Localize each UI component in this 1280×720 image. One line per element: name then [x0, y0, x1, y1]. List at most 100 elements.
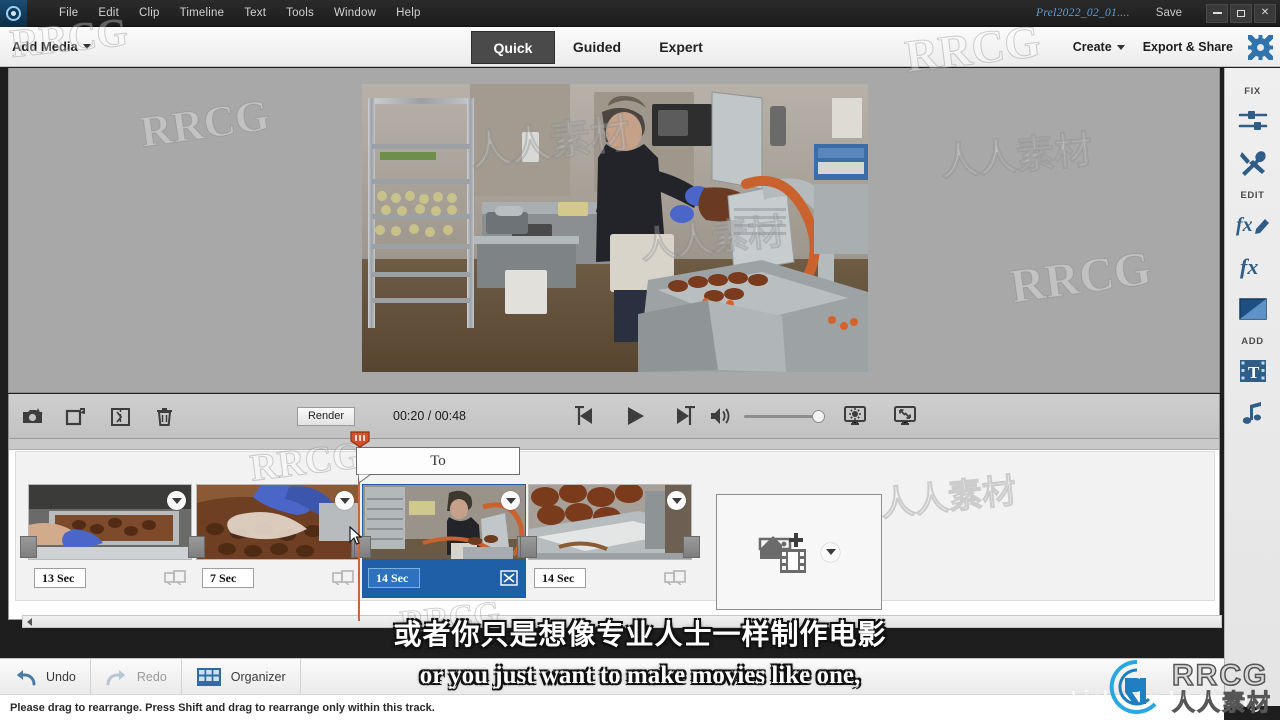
tab-guided[interactable]: Guided [555, 31, 639, 64]
transition-icon[interactable] [332, 570, 354, 585]
clip-duration-label: 13 Sec [34, 568, 86, 588]
timeline-track[interactable]: 13 Sec 7 Sec 14 Sec 14 Sec [15, 451, 1222, 628]
volume-slider-handle[interactable] [812, 409, 825, 423]
clip-menu-chevron-icon[interactable] [501, 491, 520, 510]
menu-item-tools[interactable]: Tools [276, 4, 324, 22]
organizer-grid-icon [196, 667, 221, 686]
monitor-settings-icon[interactable] [843, 405, 867, 427]
chevron-down-icon [1116, 44, 1125, 50]
menu-item-edit[interactable]: Edit [88, 4, 129, 22]
gear-icon[interactable] [1248, 34, 1273, 60]
timeline-clip-2[interactable]: 7 Sec [188, 484, 368, 598]
fx-icon: fx [1240, 254, 1258, 279]
menu-item-file[interactable]: File [49, 4, 88, 22]
export-share-button[interactable]: Export & Share [1143, 40, 1233, 54]
music-note-icon [1242, 402, 1261, 424]
menu-item-help[interactable]: Help [386, 4, 430, 22]
app-logo-icon [0, 0, 27, 27]
minimize-button[interactable] [1206, 3, 1228, 23]
tools-wrench-icon [1239, 151, 1266, 176]
create-label: Create [1072, 40, 1112, 54]
title-bar: File Edit Clip Timeline Text Tools Windo… [0, 0, 1280, 27]
trash-icon[interactable] [153, 405, 176, 428]
redo-button[interactable]: Redo [91, 658, 182, 695]
rrcg-logo-icon [1108, 658, 1166, 716]
clip-trim-handle-left[interactable] [20, 536, 37, 558]
step-forward-icon[interactable] [674, 406, 696, 426]
step-back-icon[interactable] [574, 406, 596, 426]
rrcg-brand: RRCG [1171, 658, 1269, 692]
mode-tabs: Quick Guided Expert [471, 27, 723, 67]
tool-tooltip: To [356, 447, 520, 475]
maximize-button[interactable] [1230, 3, 1252, 23]
sidebar-item-effects[interactable]: fx [1233, 246, 1273, 288]
sidebar-group-label-add: ADD [1241, 336, 1264, 347]
timeline-ruler[interactable] [9, 439, 1219, 450]
clip-duration-label: 14 Sec [534, 568, 586, 588]
sidebar-item-music[interactable] [1233, 392, 1273, 434]
transition-icon[interactable] [664, 570, 686, 585]
sidebar-item-effects-edit[interactable]: fx [1233, 204, 1273, 246]
split-clip-icon[interactable] [109, 405, 132, 428]
save-button[interactable]: Save [1156, 7, 1182, 19]
add-media-placeholder[interactable] [716, 494, 882, 610]
timeline-panel[interactable]: 13 Sec 7 Sec 14 Sec 14 Sec [8, 438, 1222, 628]
undo-label: Undo [46, 669, 76, 684]
play-icon[interactable] [624, 405, 646, 427]
document-title: Prel2022_02_01.... [1036, 7, 1130, 19]
transport-bar: Render 00:20 / 00:48 [8, 394, 1220, 438]
speaker-icon[interactable] [709, 406, 733, 426]
timeline-clip-1[interactable]: 13 Sec [20, 484, 192, 598]
close-button[interactable]: ✕ [1254, 3, 1276, 23]
clip-duration-label: 14 Sec [368, 568, 420, 588]
fx-pencil-icon: fx [1236, 214, 1269, 236]
create-menu[interactable]: Create [1073, 40, 1125, 54]
sidebar-item-transitions[interactable] [1233, 288, 1273, 330]
tooltip-tail [358, 474, 372, 484]
duplicate-frame-icon[interactable] [65, 405, 88, 428]
clip-trim-handle-right[interactable] [683, 536, 700, 558]
sidebar-item-titles-text[interactable]: T [1233, 350, 1273, 392]
timeline-scrollbar[interactable] [22, 615, 1222, 628]
transition-icon[interactable] [498, 570, 520, 586]
add-media-chevron-icon[interactable] [821, 542, 840, 562]
status-message: Please drag to rearrange. Press Shift an… [10, 701, 435, 714]
video-monitor[interactable] [362, 84, 868, 372]
menu-item-window[interactable]: Window [324, 4, 386, 22]
transition-icon[interactable] [164, 570, 186, 585]
sidebar-item-adjust[interactable] [1233, 100, 1273, 142]
tab-expert[interactable]: Expert [639, 31, 723, 64]
rrcg-logo-watermark: RRCG 人人素材 [1108, 658, 1272, 716]
render-button[interactable]: Render [297, 406, 355, 426]
menu-item-clip[interactable]: Clip [129, 4, 170, 22]
sidebar-item-tools[interactable] [1233, 142, 1273, 184]
sidebar-group-label-edit: EDIT [1240, 190, 1265, 201]
clip-trim-handle-left[interactable] [188, 536, 205, 558]
scroll-left-arrow-icon[interactable] [23, 616, 36, 627]
undo-button[interactable]: Undo [0, 658, 91, 695]
playhead-marker[interactable] [349, 430, 370, 448]
monitor-fullscreen-icon[interactable] [893, 405, 917, 427]
sidebar-group-label-fix: FIX [1244, 86, 1261, 97]
volume-control[interactable] [709, 406, 825, 426]
clip-menu-chevron-icon[interactable] [167, 491, 186, 510]
add-media-menu[interactable]: Add Media [12, 39, 91, 54]
premiere-elements-window: File Edit Clip Timeline Text Tools Windo… [0, 0, 1280, 720]
menu-item-text[interactable]: Text [234, 4, 276, 22]
tab-quick[interactable]: Quick [471, 30, 555, 64]
clip-trim-handle-left[interactable] [520, 536, 537, 558]
status-bar: Please drag to rearrange. Press Shift an… [0, 694, 1224, 720]
timeline-clip-3[interactable]: 14 Sec [354, 484, 534, 598]
clip-menu-chevron-icon[interactable] [667, 491, 686, 510]
adjustments-sliders-icon [1238, 111, 1267, 130]
clip-menu-chevron-icon[interactable] [335, 491, 354, 510]
mode-bar: Add Media Quick Guided Expert Create Exp… [0, 27, 1280, 67]
menu-item-timeline[interactable]: Timeline [170, 4, 235, 22]
camera-snapshot-icon[interactable] [21, 405, 44, 428]
organizer-button[interactable]: Organizer [182, 658, 301, 695]
volume-slider[interactable] [744, 409, 825, 423]
clip-duration-label: 7 Sec [202, 568, 254, 588]
redo-label: Redo [136, 669, 167, 684]
timeline-clip-4[interactable]: 14 Sec [520, 484, 700, 598]
svg-text:fx: fx [1236, 214, 1253, 236]
